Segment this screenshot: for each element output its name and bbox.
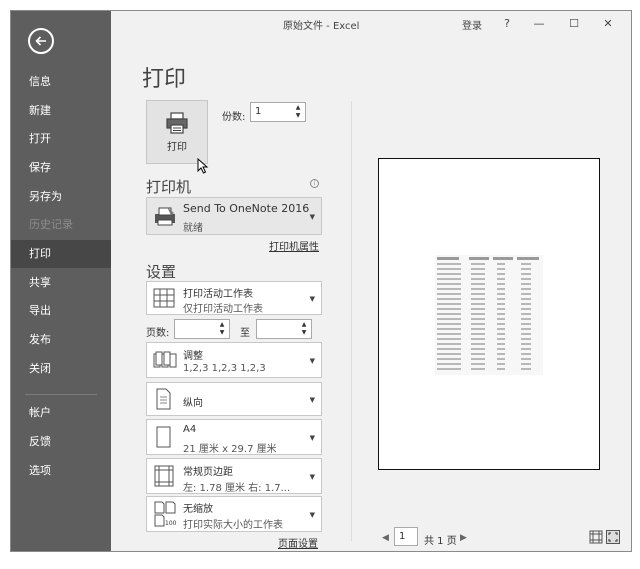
sign-in-link[interactable]: 登录 [462, 17, 482, 32]
paper-size-desc: 21 厘米 x 29.7 厘米 [183, 444, 277, 455]
copies-stepper[interactable]: 1 ▲ ▼ [250, 102, 306, 122]
info-icon[interactable]: i [310, 179, 319, 188]
spin-up-icon[interactable]: ▲ [220, 322, 225, 328]
scaling-desc: 打印实际大小的工作表 [183, 520, 283, 531]
collated-pages-icon [153, 351, 177, 368]
show-margins-icon[interactable] [589, 530, 603, 544]
pages-from-input[interactable]: ▲ ▼ [174, 319, 230, 339]
sidebar-item-share[interactable]: 共享 [11, 269, 111, 297]
printer-status: 就绪 [183, 223, 203, 234]
zoom-to-page-icon[interactable] [606, 530, 620, 544]
worksheet-grid-icon [153, 288, 175, 308]
portrait-page-icon [156, 388, 171, 410]
excel-window: 信息 新建 打开 保存 另存为 历史记录 打印 共享 导出 发布 关闭 帐户 反… [10, 10, 632, 552]
pages-to-input[interactable]: ▲ ▼ [256, 319, 312, 339]
spin-down-icon[interactable]: ▼ [220, 330, 225, 336]
total-pages-label: 共 1 页 [424, 536, 457, 547]
next-page-icon[interactable]: ▶ [460, 533, 467, 543]
sidebar-item-publish[interactable]: 发布 [11, 326, 111, 354]
pages-label: 页数: [146, 328, 170, 339]
pages-to-spinner[interactable]: ▲ ▼ [300, 322, 308, 336]
copies-label: 份数: [222, 112, 246, 123]
sidebar-item-options[interactable]: 选项 [11, 457, 111, 485]
sidebar-item-print[interactable]: 打印 [11, 240, 111, 268]
margins-value: 常规页边距 [183, 467, 233, 478]
svg-text:100: 100 [165, 520, 177, 527]
collation-select[interactable]: 调整 1,2,3 1,2,3 1,2,3 ▼ [146, 342, 322, 378]
sidebar-item-account[interactable]: 帐户 [11, 399, 111, 427]
scaling-select[interactable]: 100 无缩放 打印实际大小的工作表 ▼ [146, 496, 322, 532]
page-title: 打印 [142, 67, 187, 92]
printer-select[interactable]: Send To OneNote 2016 就绪 ▼ [146, 197, 322, 235]
backstage-sidebar: 信息 新建 打开 保存 另存为 历史记录 打印 共享 导出 发布 关闭 帐户 反… [11, 11, 111, 551]
close-button[interactable]: ✕ [600, 15, 616, 31]
back-arrow-icon[interactable] [28, 28, 54, 54]
margins-desc: 左: 1.78 厘米 右: 1.7... [183, 483, 291, 494]
minimize-button[interactable]: — [531, 15, 547, 31]
sidebar-item-new[interactable]: 新建 [11, 97, 111, 125]
printer-section-title: 打印机 [146, 178, 192, 196]
spin-down-icon[interactable]: ▼ [296, 113, 301, 119]
collation-desc: 1,2,3 1,2,3 1,2,3 [183, 363, 266, 374]
sidebar-item-info[interactable]: 信息 [11, 68, 111, 96]
panel-divider [351, 101, 352, 541]
help-button[interactable]: ? [499, 15, 515, 31]
copies-value: 1 [255, 106, 262, 117]
orientation-value: 纵向 [183, 398, 203, 409]
sidebar-divider [25, 394, 97, 395]
print-what-select[interactable]: 打印活动工作表 仅打印活动工作表 ▼ [146, 281, 322, 315]
maximize-button[interactable]: ☐ [566, 15, 582, 31]
chevron-down-icon: ▼ [309, 295, 315, 303]
paper-size-icon [156, 426, 171, 448]
print-button-label: 打印 [167, 142, 187, 153]
chevron-down-icon: ▼ [309, 473, 315, 481]
print-what-value: 打印活动工作表 [183, 289, 253, 300]
printer-properties-link[interactable]: 打印机属性 [269, 238, 319, 253]
onenote-printer-icon [155, 207, 175, 226]
margins-icon [154, 465, 174, 487]
sidebar-item-open[interactable]: 打开 [11, 125, 111, 153]
orientation-select[interactable]: 纵向 ▼ [146, 382, 322, 416]
sidebar-item-history: 历史记录 [29, 218, 73, 231]
to-label: 至 [240, 328, 250, 339]
print-what-desc: 仅打印活动工作表 [183, 304, 263, 315]
chevron-down-icon: ▼ [309, 213, 315, 221]
sidebar-item-export[interactable]: 导出 [11, 297, 111, 325]
chevron-down-icon: ▼ [309, 396, 315, 404]
printer-icon [166, 112, 188, 134]
chevron-down-icon: ▼ [309, 511, 315, 519]
print-button[interactable]: 打印 [146, 100, 208, 164]
sidebar-item-feedback[interactable]: 反馈 [11, 428, 111, 456]
collation-value: 调整 [183, 351, 203, 362]
copies-spinner[interactable]: ▲ ▼ [294, 105, 302, 119]
sidebar-item-save-as[interactable]: 另存为 [11, 183, 111, 211]
spin-up-icon[interactable]: ▲ [296, 105, 301, 111]
paper-size-value: A4 [183, 424, 197, 435]
window-title: 原始文件 - Excel [283, 21, 360, 32]
print-preview-page [378, 158, 600, 470]
current-page-input[interactable]: 1 [394, 527, 418, 546]
chevron-down-icon: ▼ [309, 357, 315, 365]
settings-section-title: 设置 [146, 263, 177, 281]
current-page-value: 1 [399, 531, 406, 542]
sidebar-item-close[interactable]: 关闭 [11, 355, 111, 383]
prev-page-icon[interactable]: ◀ [382, 533, 389, 543]
paper-size-select[interactable]: A4 21 厘米 x 29.7 厘米 ▼ [146, 419, 322, 455]
mouse-cursor-icon [197, 158, 209, 174]
spin-up-icon[interactable]: ▲ [302, 322, 307, 328]
margins-select[interactable]: 常规页边距 左: 1.78 厘米 右: 1.7... ▼ [146, 458, 322, 494]
page-setup-link[interactable]: 页面设置 [278, 535, 318, 550]
printer-name: Send To OneNote 2016 [183, 202, 310, 215]
preview-table-thumbnail [435, 255, 543, 375]
sidebar-item-save[interactable]: 保存 [11, 154, 111, 182]
pages-from-spinner[interactable]: ▲ ▼ [218, 322, 226, 336]
chevron-down-icon: ▼ [309, 434, 315, 442]
scaling-value: 无缩放 [183, 504, 213, 515]
no-scaling-icon: 100 [154, 501, 177, 527]
title-bar: 原始文件 - Excel 登录 ? — ☐ ✕ [111, 11, 631, 35]
spin-down-icon[interactable]: ▼ [302, 330, 307, 336]
